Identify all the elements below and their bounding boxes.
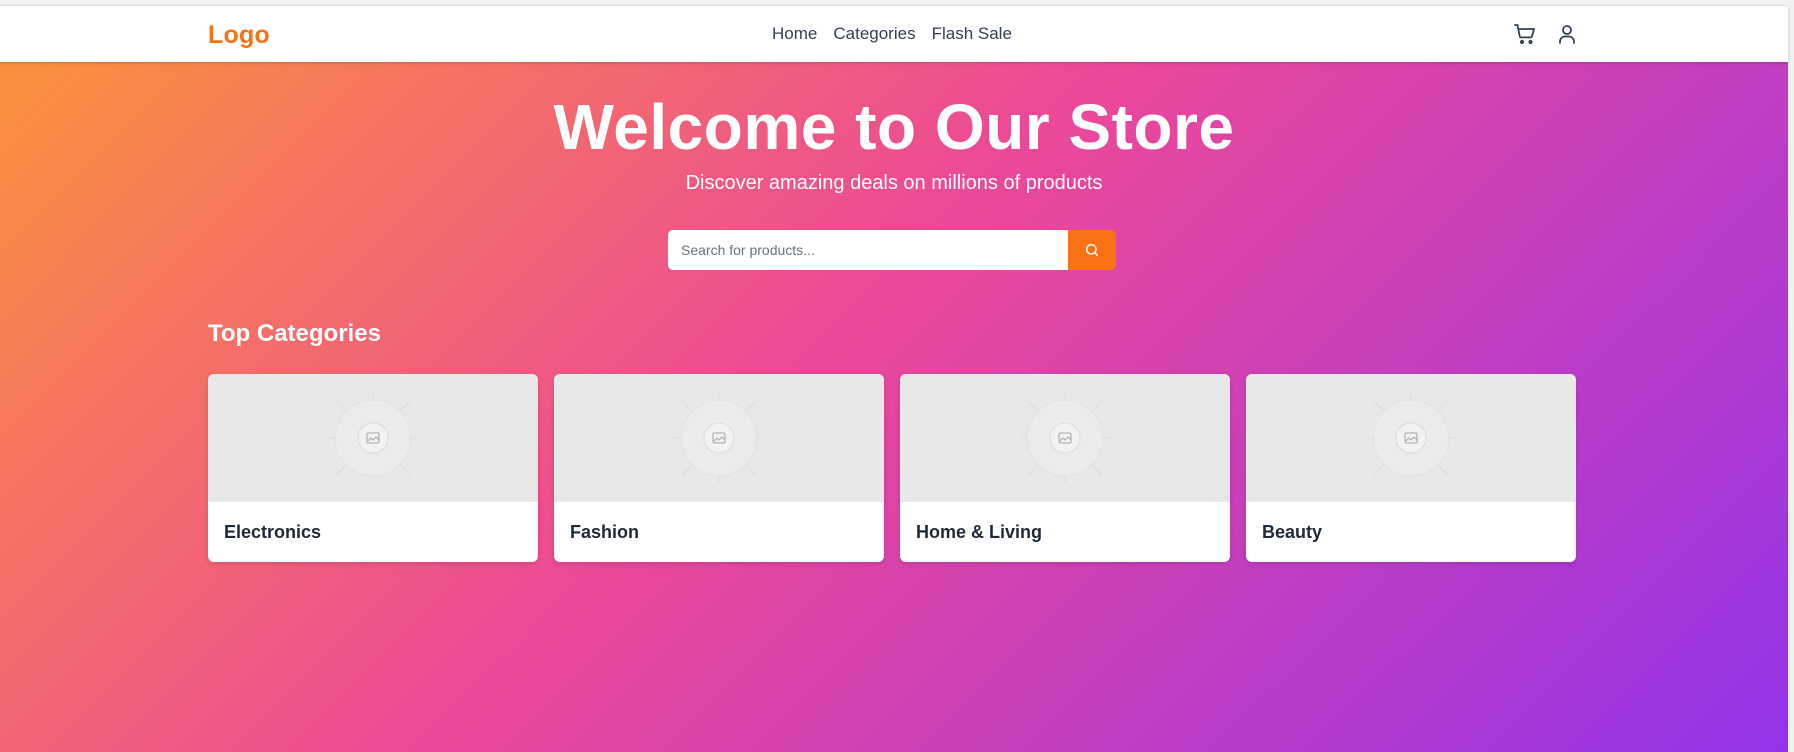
search-input[interactable] — [668, 230, 1068, 270]
image-placeholder-icon — [1020, 393, 1110, 483]
image-placeholder-icon — [674, 393, 764, 483]
nav-icons — [1512, 21, 1580, 47]
card-image — [208, 374, 538, 502]
hero-title: Welcome to Our Store — [553, 91, 1235, 163]
user-icon[interactable] — [1554, 21, 1580, 47]
category-label: Electronics — [224, 522, 322, 542]
card-image — [900, 374, 1230, 502]
category-card-electronics[interactable]: Electronics — [208, 374, 538, 562]
image-placeholder-icon — [1366, 393, 1456, 483]
section-title-top-categories: Top Categories — [208, 320, 381, 347]
nav-links: Home Categories Flash Sale — [772, 24, 1012, 44]
category-card-fashion[interactable]: Fashion — [554, 374, 884, 562]
search-bar — [668, 230, 1116, 270]
category-card-home-living[interactable]: Home & Living — [900, 374, 1230, 562]
category-card-beauty[interactable]: Beauty — [1246, 374, 1576, 562]
search-button[interactable] — [1068, 230, 1116, 270]
nav-link-flash-sale[interactable]: Flash Sale — [932, 24, 1012, 44]
nav-link-home[interactable]: Home — [772, 24, 817, 44]
card-image — [1246, 374, 1576, 502]
category-cards: Electronics Fashion Home & Living Beauty — [208, 374, 1576, 562]
nav-link-categories[interactable]: Categories — [833, 24, 915, 44]
image-placeholder-icon — [328, 393, 418, 483]
hero-subtitle: Discover amazing deals on millions of pr… — [685, 172, 1103, 194]
search-icon — [1085, 243, 1099, 257]
cart-icon[interactable] — [1512, 21, 1538, 47]
category-label: Home & Living — [916, 522, 1043, 542]
card-image — [554, 374, 884, 502]
hero-section: Welcome to Our Store Discover amazing de… — [0, 62, 1788, 752]
category-label: Beauty — [1262, 522, 1323, 542]
navbar: Logo Home Categories Flash Sale — [0, 6, 1788, 62]
category-label: Fashion — [570, 522, 640, 542]
logo[interactable]: Logo — [208, 21, 270, 50]
scrollbar[interactable] — [1788, 0, 1794, 752]
